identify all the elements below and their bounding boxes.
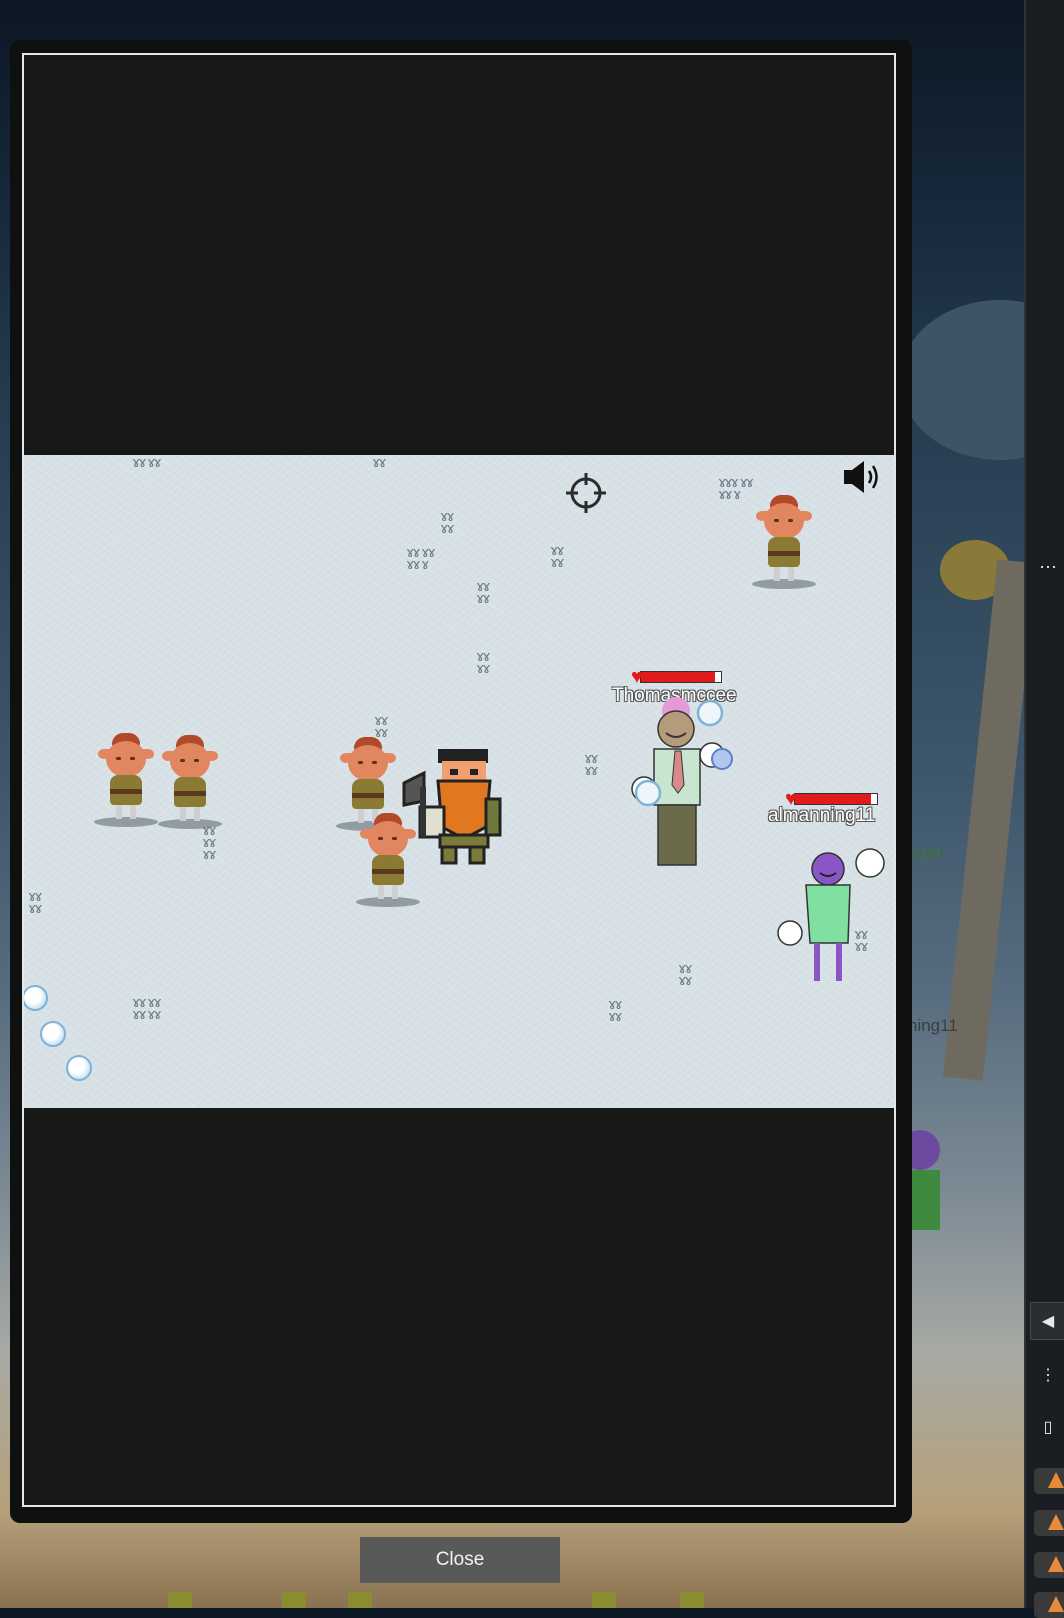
snow-tracks: ɤɤ ɤɤ ɤɤ xyxy=(202,823,217,863)
snow-tracks: ɤɤ ɤɤ xyxy=(374,713,389,741)
ellipsis-icon[interactable]: ⋯ xyxy=(1030,548,1064,586)
vertical-dots-icon[interactable]: ⋮ xyxy=(1030,1356,1064,1394)
heart-icon: ♥ xyxy=(631,666,643,688)
background-player-label: ugat xyxy=(908,843,942,862)
background-decoration xyxy=(592,1592,616,1608)
snow-tracks: ɤɤ ɤɤ xyxy=(476,649,491,677)
background-decoration xyxy=(680,1592,704,1608)
game-viewport[interactable]: ɤɤ ɤɤ ɤɤ ɤɤɤ ɤɤ ɤɤ ɤ ɤɤ ɤɤ ɤɤ ɤɤ ɤɤ ɤ ɤɤ ɤɤ … xyxy=(24,455,894,1108)
purple-player-character xyxy=(777,848,885,981)
health-bar: ♥ xyxy=(631,667,722,687)
elf-npc xyxy=(94,733,158,827)
close-button[interactable]: Close xyxy=(360,1537,560,1583)
snowball xyxy=(40,1021,66,1047)
background-player-label: ning11 xyxy=(908,1016,958,1035)
health-bar-fill xyxy=(795,794,872,804)
snow-tracks: ɤɤ ɤɤ ɤɤ ɤɤ xyxy=(132,995,162,1023)
chevron-left-icon[interactable]: ◀ xyxy=(1030,1302,1064,1340)
speaker-icon[interactable] xyxy=(842,459,882,495)
snow-tracks: ɤɤɤ ɤɤ ɤɤ ɤ xyxy=(718,475,754,503)
warning-icon xyxy=(1034,1510,1064,1536)
snow-tracks: ɤɤ ɤɤ xyxy=(440,509,455,537)
background-decoration xyxy=(348,1592,372,1608)
office-player-character xyxy=(631,697,733,866)
snow-tracks: ɤɤ ɤɤ xyxy=(584,751,599,779)
palm-trunk xyxy=(942,559,1038,1081)
right-side-panel: ⋯ ◀ ⋮ ▯ xyxy=(1024,0,1064,1618)
dwarf-player-character xyxy=(402,747,502,865)
health-bar-fill xyxy=(641,672,715,682)
background-decoration xyxy=(282,1592,306,1608)
snow-tracks: ɤɤ ɤɤ xyxy=(476,579,491,607)
warning-icon xyxy=(1034,1592,1064,1618)
game-modal: ɤɤ ɤɤ ɤɤ ɤɤɤ ɤɤ ɤɤ ɤ ɤɤ ɤɤ ɤɤ ɤɤ ɤɤ ɤ ɤɤ ɤɤ … xyxy=(10,40,912,1523)
elf-npc xyxy=(158,735,222,829)
snow-tracks: ɤɤ ɤɤ xyxy=(550,543,565,571)
snowball xyxy=(24,985,48,1011)
snow-tracks: ɤɤ ɤɤ xyxy=(132,455,162,471)
background-decoration xyxy=(168,1592,192,1608)
sidebar-toggle-icon[interactable]: ▯ xyxy=(1030,1408,1064,1446)
snow-tracks: ɤɤ xyxy=(372,455,387,471)
snow-tracks: ɤɤ ɤɤ xyxy=(608,997,623,1025)
snow-tracks: ɤɤ ɤɤ ɤɤ ɤ xyxy=(406,545,436,573)
player-name-label: almanning11 xyxy=(768,805,876,826)
game-frame: ɤɤ ɤɤ ɤɤ ɤɤɤ ɤɤ ɤɤ ɤ ɤɤ ɤɤ ɤɤ ɤɤ ɤɤ ɤ ɤɤ ɤɤ … xyxy=(22,53,896,1507)
crosshair-icon xyxy=(566,473,606,513)
health-bar: ♥ xyxy=(785,789,878,809)
snowball xyxy=(66,1055,92,1081)
warning-icon xyxy=(1034,1468,1064,1494)
snow-tracks: ɤɤ ɤɤ xyxy=(28,889,43,917)
snow-tracks: ɤɤ ɤɤ xyxy=(678,961,693,989)
warning-icon xyxy=(1034,1552,1064,1578)
elf-npc xyxy=(752,495,816,589)
